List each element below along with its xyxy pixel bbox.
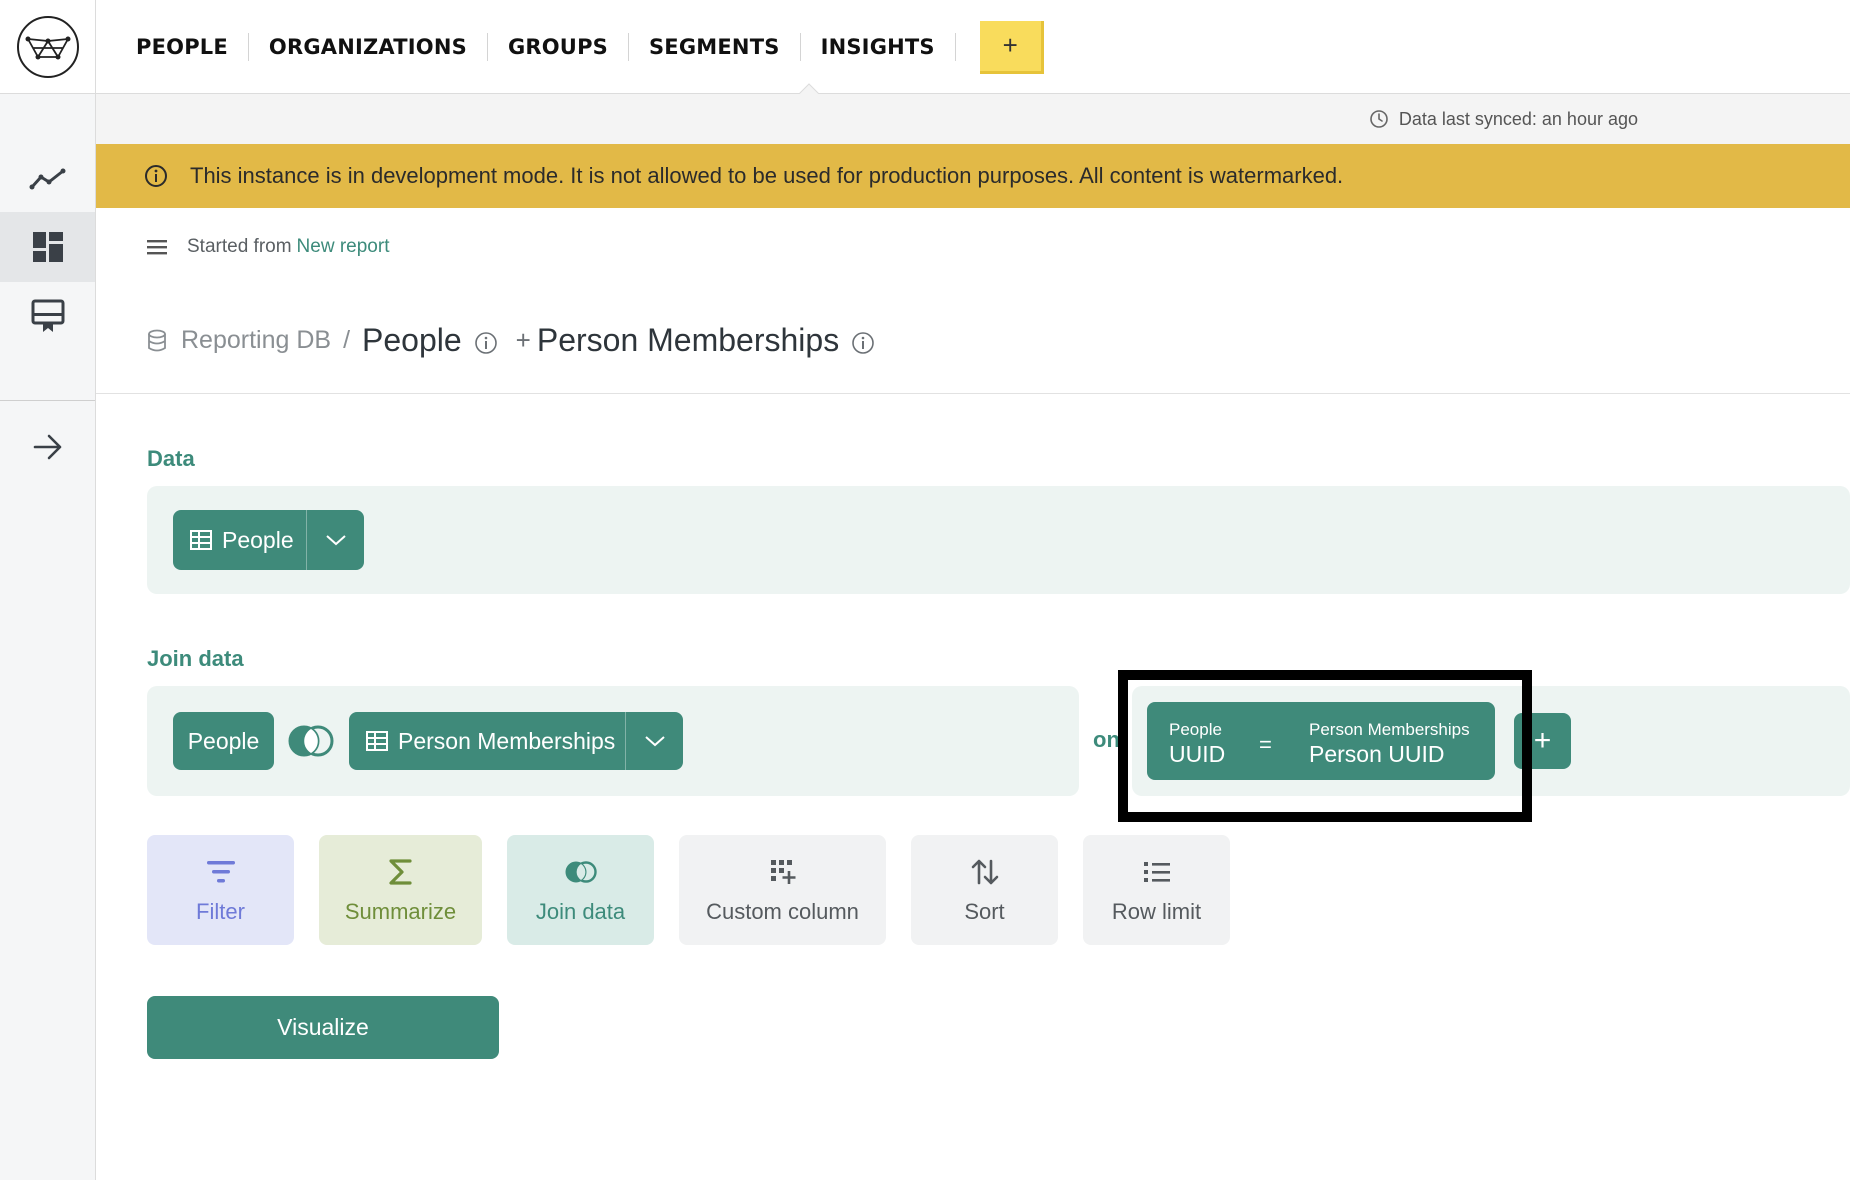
sigma-icon	[388, 859, 412, 885]
chevron-down-icon	[325, 535, 346, 546]
table-info-icon[interactable]	[474, 331, 498, 355]
filter-label: Filter	[196, 899, 245, 924]
presentation-icon	[31, 299, 64, 332]
logo-cell[interactable]	[0, 0, 96, 94]
join-section-label: Join data	[147, 646, 244, 671]
filter-button[interactable]: Filter	[147, 835, 294, 945]
row-limit-label: Row limit	[1111, 899, 1202, 924]
condition-right-table: Person Memberships	[1309, 720, 1470, 739]
join-data-button[interactable]: Join data	[507, 835, 654, 945]
dashboard-icon	[32, 232, 63, 262]
nav-segments[interactable]: SEGMENTS	[629, 33, 801, 61]
table-icon	[190, 530, 212, 550]
condition-left-column: UUID	[1169, 741, 1226, 767]
breadcrumb-join-table: Person Memberships	[536, 322, 840, 358]
row-limit-button[interactable]: Row limit	[1083, 835, 1230, 945]
sort-arrows-icon	[971, 859, 998, 885]
join-right-table-dropdown[interactable]	[625, 712, 683, 770]
header-divider	[96, 393, 1850, 394]
add-join-condition-button[interactable]: +	[1514, 713, 1571, 769]
add-new-button[interactable]: +	[979, 20, 1044, 74]
condition-right-column: Person UUID	[1309, 741, 1445, 767]
data-section-label: Data	[147, 446, 195, 471]
dev-mode-banner: This instance is in development mode. It…	[96, 144, 1850, 208]
rail-divider	[0, 400, 95, 401]
breadcrumb-table: People	[362, 322, 462, 358]
sync-status-text: Data last synced: an hour ago	[1398, 108, 1638, 129]
nav-organizations[interactable]: ORGANIZATIONS	[249, 33, 488, 61]
join-on-label: on	[1093, 727, 1120, 752]
join-table-info-icon[interactable]	[851, 331, 875, 355]
clock-icon	[1370, 110, 1388, 128]
join-left-table[interactable]: People	[173, 712, 274, 770]
summarize-label: Summarize	[344, 899, 457, 924]
join-type-icon[interactable]	[287, 724, 335, 758]
dev-mode-banner-text: This instance is in development mode. It…	[190, 163, 1344, 188]
table-icon	[366, 731, 388, 751]
database-icon	[148, 329, 166, 351]
visualize-button[interactable]: Visualize	[147, 996, 499, 1059]
logo-icon	[16, 16, 79, 78]
sort-button[interactable]: Sort	[911, 835, 1058, 945]
filter-icon	[206, 861, 235, 883]
rail-expand-button[interactable]	[0, 412, 95, 482]
new-report-link[interactable]: New report	[297, 236, 390, 258]
main-nav: PEOPLE ORGANIZATIONS GROUPS SEGMENTS INS…	[116, 0, 1044, 94]
rail-dashboard-button[interactable]	[0, 212, 95, 282]
custom-column-label: Custom column	[706, 899, 859, 924]
nav-groups[interactable]: GROUPS	[488, 33, 629, 61]
data-section-panel	[147, 486, 1850, 594]
condition-operator[interactable]: =	[1259, 732, 1272, 758]
top-bar: PEOPLE ORGANIZATIONS GROUPS SEGMENTS INS…	[0, 0, 1850, 95]
data-table-dropdown[interactable]	[306, 510, 364, 570]
join-right-table-picker[interactable]: Person Memberships	[349, 712, 683, 770]
custom-column-button[interactable]: Custom column	[679, 835, 886, 945]
breadcrumb-join-plus: +	[515, 325, 531, 355]
hamburger-menu-icon[interactable]	[147, 239, 167, 255]
join-condition[interactable]: People UUID = Person Memberships Person …	[1147, 702, 1495, 780]
started-from: Started from New report	[147, 236, 389, 258]
join-data-label: Join data	[535, 899, 626, 924]
join-right-table-name: Person Memberships	[398, 727, 616, 754]
left-rail	[0, 94, 96, 1180]
sync-status-bar: Data last synced: an hour ago	[96, 94, 1850, 144]
info-icon	[145, 165, 167, 187]
summarize-button[interactable]: Summarize	[319, 835, 482, 945]
chevron-down-icon	[644, 736, 665, 747]
nav-people[interactable]: PEOPLE	[116, 33, 249, 61]
list-icon	[1143, 862, 1170, 882]
rail-analytics-button[interactable]	[0, 144, 95, 214]
breadcrumb-separator: /	[343, 326, 351, 354]
rail-reports-button[interactable]	[0, 282, 95, 352]
breadcrumb-database[interactable]: Reporting DB	[181, 326, 331, 355]
data-table-picker[interactable]: People	[173, 510, 364, 570]
nav-insights[interactable]: INSIGHTS	[801, 33, 956, 61]
started-from-prefix: Started from	[187, 236, 292, 257]
condition-left-table: People	[1169, 720, 1222, 739]
line-chart-icon	[29, 168, 65, 190]
breadcrumb: Reporting DB / People + Person Membershi…	[147, 322, 875, 359]
data-table-name: People	[222, 526, 294, 553]
join-icon	[565, 861, 597, 883]
grid-plus-icon	[770, 860, 795, 884]
arrow-right-icon	[33, 434, 61, 460]
sort-label: Sort	[964, 899, 1005, 924]
